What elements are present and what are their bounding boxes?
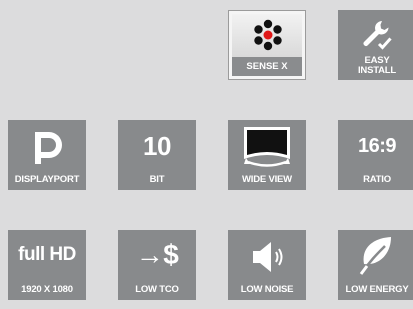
bit-label: BIT (149, 174, 165, 185)
full-hd-value: full HD (18, 244, 76, 265)
bit-value-area: 10 (118, 128, 196, 164)
easy-install-label-line2: INSTALL (357, 65, 396, 76)
wide-view-label: WIDE VIEW (242, 174, 292, 185)
bit-value: 10 (143, 130, 171, 161)
sense-x-label: SENSE X (232, 57, 302, 76)
low-energy-tile[interactable]: LOW ENERGY (338, 230, 413, 300)
easy-install-label: EASY INSTALL (338, 56, 413, 76)
low-tco-tile[interactable]: →$ LOW TCO (118, 230, 196, 300)
ratio-label: RATIO (363, 174, 391, 185)
displayport-label: DISPLAYPORT (14, 174, 80, 185)
ratio-value-area: 16:9 (338, 128, 413, 164)
ratio-value: 16:9 (357, 134, 397, 157)
leaf-icon (338, 234, 413, 276)
full-hd-label: 1920 X 1080 (21, 284, 73, 295)
low-tco-label: LOW TCO (135, 284, 179, 295)
full-hd-value-area: full HD (8, 240, 86, 270)
sensor-icon (254, 19, 282, 51)
displayport-tile[interactable]: DISPLAYPORT (8, 120, 86, 190)
wrench-check-icon (338, 14, 413, 56)
ratio-tile[interactable]: 16:9 RATIO (338, 120, 413, 190)
displayport-logo-icon (8, 126, 86, 168)
full-hd-tile[interactable]: full HD 1920 X 1080 (8, 230, 86, 300)
low-tco-value: →$ (135, 239, 179, 270)
easy-install-tile[interactable]: EASY INSTALL (338, 10, 413, 80)
low-noise-tile[interactable]: LOW NOISE (228, 230, 306, 300)
sense-x-icon-area (232, 14, 302, 58)
wide-view-tile[interactable]: WIDE VIEW (228, 120, 306, 190)
low-energy-label: LOW ENERGY (345, 284, 409, 295)
bit-tile[interactable]: 10 BIT (118, 120, 196, 190)
wide-view-monitor-icon (228, 124, 306, 167)
low-noise-label: LOW NOISE (240, 284, 294, 295)
speaker-icon (228, 236, 306, 278)
arrow-dollar-icon: →$ (118, 236, 196, 274)
sense-x-tile[interactable]: SENSE X (228, 10, 306, 80)
